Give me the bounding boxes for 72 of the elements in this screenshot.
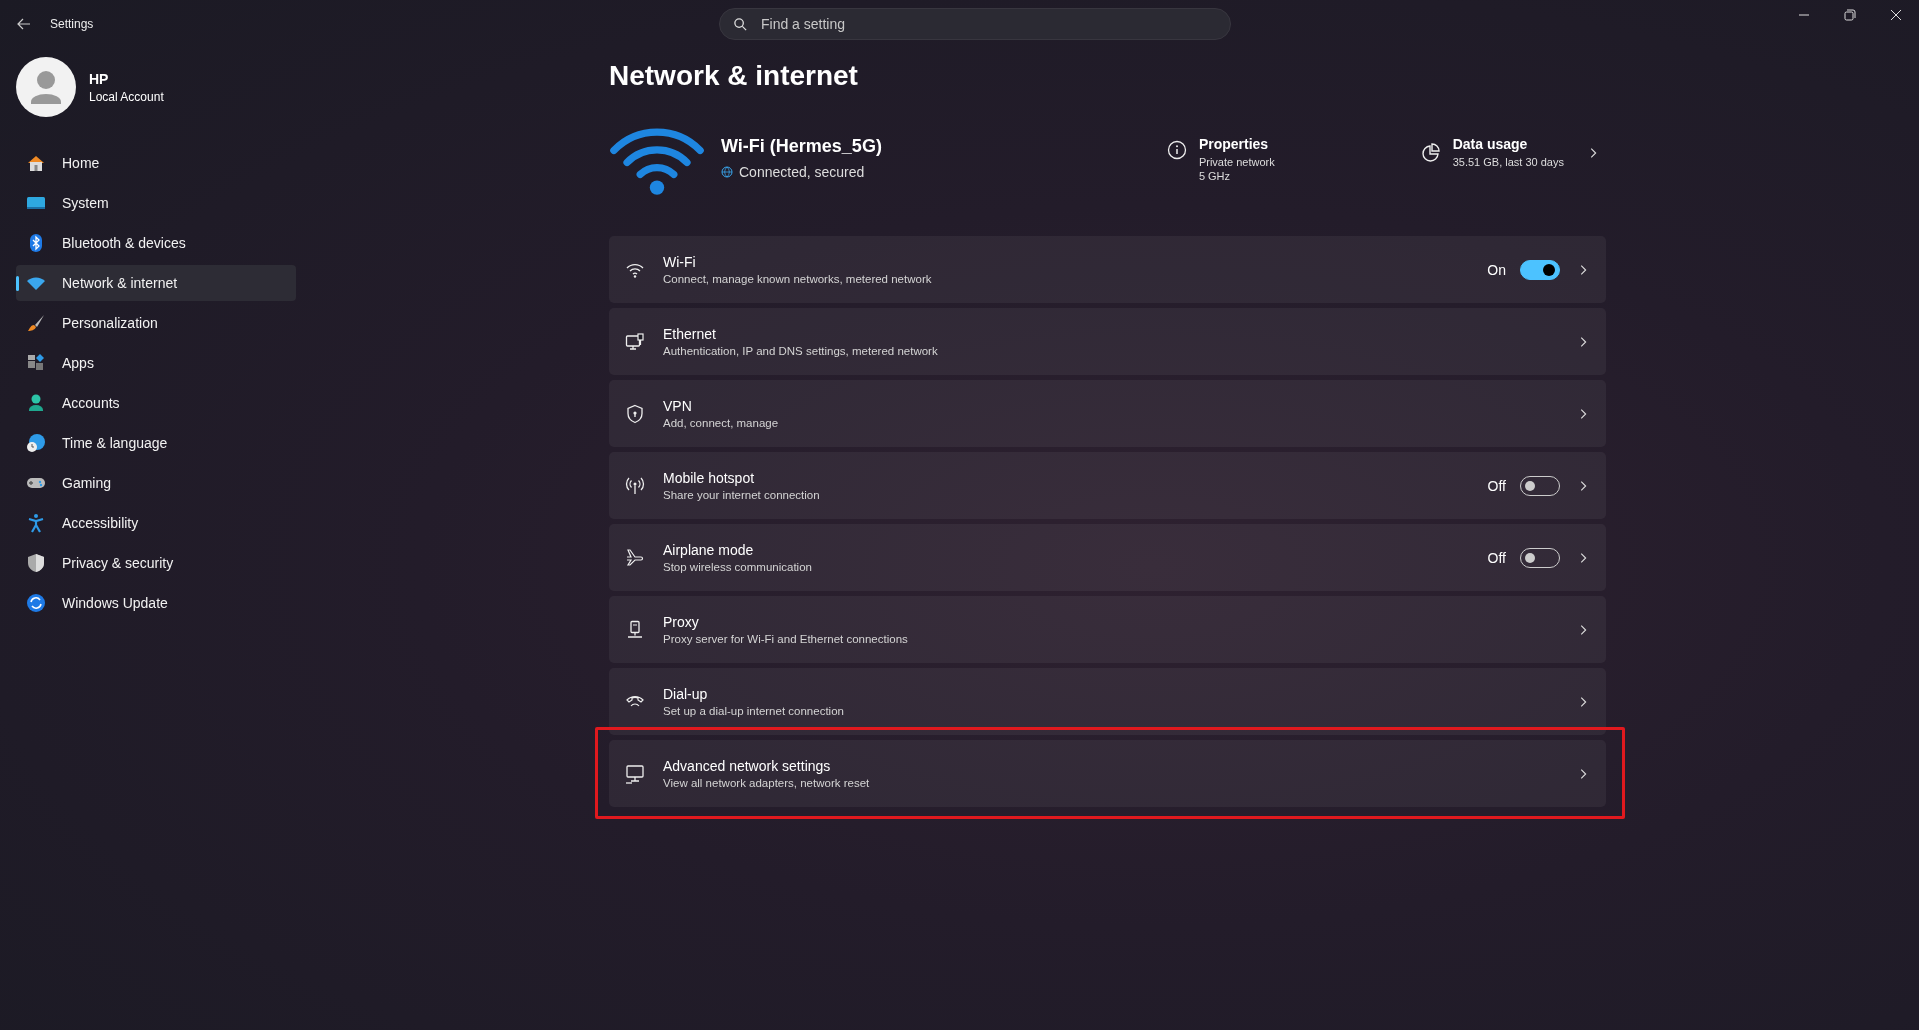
sidebar-item[interactable]: Home (16, 145, 296, 181)
data-usage-title: Data usage (1452, 136, 1529, 152)
settings-row[interactable]: Airplane mode Stop wireless communication Off (609, 524, 1606, 591)
sidebar-item[interactable]: Network & internet (16, 265, 296, 301)
row-description: Set up a dial-up internet connection (663, 705, 845, 717)
row-description: View all network adapters, network reset (663, 777, 871, 789)
row-title: Dial-up (663, 686, 709, 702)
toggle-state-label: Off (1487, 549, 1506, 566)
pie-chart-icon (1420, 143, 1441, 163)
person-icon (26, 393, 46, 413)
network-name: Wi-Fi (Hermes_5G) (721, 136, 882, 157)
data-usage-link[interactable]: Data usage 35.51 GB, last 30 days (1420, 136, 1600, 170)
sidebar-item[interactable]: Accounts (16, 385, 296, 421)
sidebar-item[interactable]: Time & language (16, 425, 296, 461)
airplane-icon (625, 547, 645, 568)
info-icon (1166, 140, 1187, 160)
row-description: Add, connect, manage (663, 417, 780, 429)
toggle-state-label: Off (1487, 477, 1506, 494)
row-title: Proxy (663, 614, 700, 630)
settings-row[interactable]: Advanced network settings View all network adapters, network reset (609, 740, 1606, 807)
row-description: Connect, manage known networks, metered network (663, 273, 933, 285)
properties-link[interactable]: Properties Private network 5 GHz (1166, 136, 1275, 184)
account-name: HP (89, 70, 110, 87)
row-description: Share your internet connection (663, 489, 821, 501)
row-title: Ethernet (663, 326, 717, 342)
data-usage-text: 35.51 GB, last 30 days (1452, 156, 1564, 168)
hotspot-icon (625, 475, 645, 496)
row-description: Proxy server for Wi-Fi and Ethernet connections (663, 633, 909, 645)
sidebar-item[interactable]: Windows Update (16, 585, 296, 621)
row-title: Advanced network settings (663, 758, 832, 774)
globe-clock-icon (26, 433, 46, 453)
properties-title: Properties (1198, 136, 1270, 152)
row-description: Stop wireless communication (663, 561, 813, 573)
row-title: Wi-Fi (663, 254, 697, 270)
settings-row[interactable]: VPN Add, connect, manage (609, 380, 1606, 447)
page-title: Network & internet (609, 60, 859, 92)
window-title: Settings (50, 17, 94, 31)
globe-icon (721, 166, 733, 178)
property-text: 5 GHz (1198, 170, 1232, 182)
sidebar-item[interactable]: Privacy & security (16, 545, 296, 581)
row-description: Authentication, IP and DNS settings, metered network (663, 345, 939, 357)
row-title: Airplane mode (663, 542, 755, 558)
settings-row[interactable]: Mobile hotspot Share your internet connection Off (609, 452, 1606, 519)
sidebar-item[interactable]: Accessibility (16, 505, 296, 541)
back-button[interactable] (16, 16, 32, 32)
account-type: Local Account (89, 89, 164, 104)
row-title: VPN (663, 398, 693, 414)
avatar-icon (16, 57, 76, 117)
sidebar-item[interactable]: Bluetooth & devices (16, 225, 296, 261)
update-icon (26, 593, 46, 613)
shield-icon (625, 403, 645, 424)
sidebar-item[interactable]: System (16, 185, 296, 221)
sidebar-item[interactable]: Apps (16, 345, 296, 381)
search-field[interactable]: Find a setting (719, 8, 1231, 40)
apps-icon (26, 353, 46, 373)
accessibility-icon (26, 513, 46, 533)
settings-row[interactable]: Proxy Proxy server for Wi-Fi and Ethernet connections (609, 596, 1606, 663)
computer-icon (625, 763, 645, 784)
settings-row[interactable]: Dial-up Set up a dial-up internet connection (609, 668, 1606, 735)
row-title: Mobile hotspot (663, 470, 756, 486)
ethernet-icon (625, 331, 645, 352)
server-icon (625, 619, 645, 640)
connection-status: Connected, secured (739, 164, 865, 180)
property-text: Private network (1198, 156, 1275, 168)
settings-row[interactable]: Ethernet Authentication, IP and DNS settings, metered network (609, 308, 1606, 375)
settings-row[interactable]: Wi-Fi Connect, manage known networks, metered network On (609, 236, 1606, 303)
house-icon (26, 153, 46, 173)
shield-icon (26, 553, 46, 573)
sidebar-item[interactable]: Personalization (16, 305, 296, 341)
toggle-state-label: On (1487, 261, 1506, 278)
sidebar-item[interactable]: Gaming (16, 465, 296, 501)
toggle-switch[interactable] (1520, 259, 1560, 280)
